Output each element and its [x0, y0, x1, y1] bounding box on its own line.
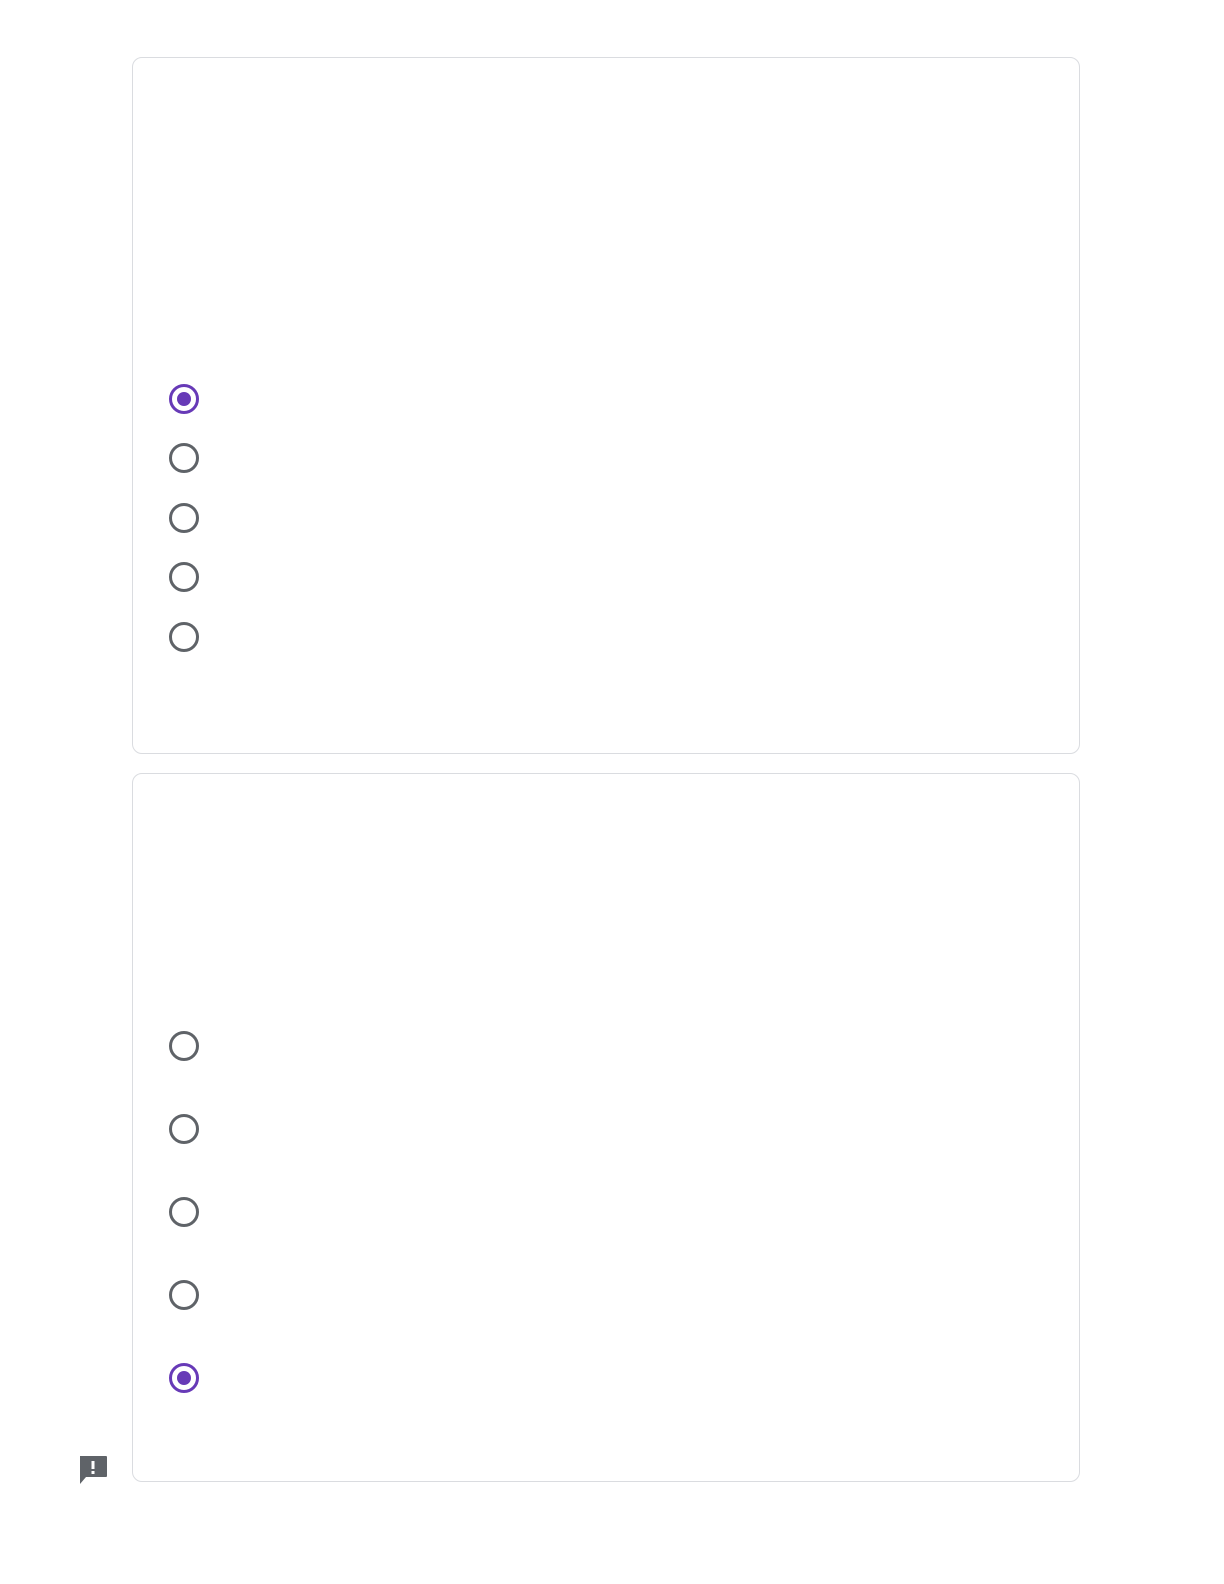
radio-button[interactable] — [169, 383, 199, 414]
radio-button[interactable] — [169, 1280, 199, 1311]
radio-button[interactable] — [169, 1030, 199, 1061]
radio-option[interactable] — [169, 1087, 1043, 1170]
radio-option[interactable] — [169, 548, 1043, 608]
radio-option[interactable] — [169, 607, 1043, 667]
radio-button[interactable] — [169, 621, 199, 652]
question-title — [169, 814, 1043, 834]
radio-button[interactable] — [169, 562, 199, 593]
radio-button[interactable] — [169, 502, 199, 533]
radio-button[interactable] — [169, 1196, 199, 1227]
radio-button[interactable] — [169, 443, 199, 474]
radio-option[interactable] — [169, 1254, 1043, 1337]
radio-option[interactable] — [169, 429, 1043, 489]
radio-option[interactable] — [169, 1004, 1043, 1087]
radio-group — [169, 1004, 1043, 1420]
radio-group — [169, 369, 1043, 667]
radio-option[interactable] — [169, 369, 1043, 429]
report-feedback-icon[interactable] — [77, 1454, 109, 1486]
radio-button[interactable] — [169, 1113, 199, 1144]
radio-option[interactable] — [169, 1337, 1043, 1420]
feedback-bubble-icon — [80, 1456, 107, 1484]
question-title — [169, 98, 1043, 118]
radio-option[interactable] — [169, 488, 1043, 548]
question-card — [132, 773, 1080, 1482]
question-card — [132, 57, 1080, 754]
radio-button[interactable] — [169, 1363, 199, 1394]
radio-option[interactable] — [169, 1170, 1043, 1253]
